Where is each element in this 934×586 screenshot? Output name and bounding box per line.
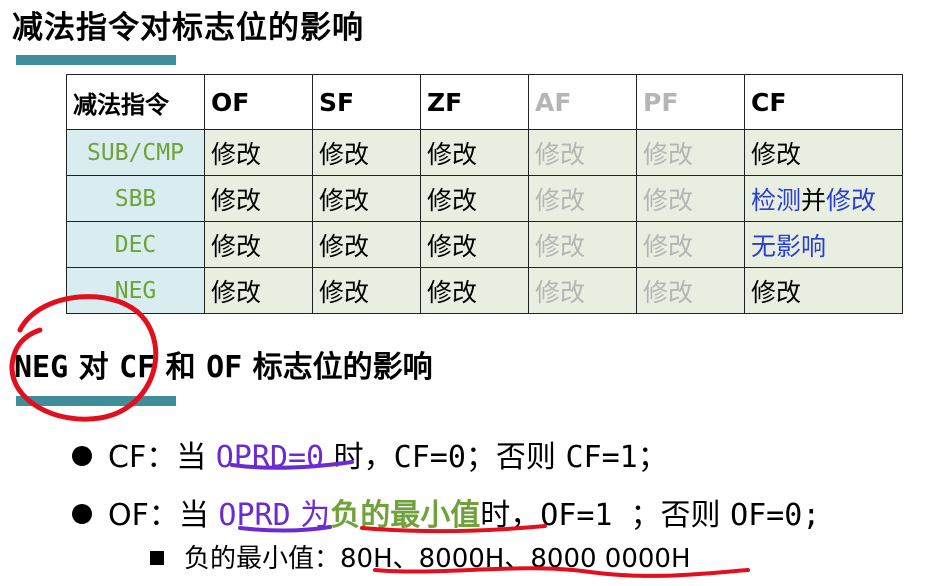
header-zf: ZF [420,74,529,130]
pf-cell: 修改 [636,129,745,176]
zf-cell: 修改 [420,267,529,314]
header-pf: PF [636,74,745,130]
title-text: 和 [155,350,207,385]
flags-table: 减法指令 OF SF ZF AF PF CF SUB/CMP 修改 修改 修改 … [66,74,903,314]
cf-modify-text: 修改 [826,185,877,215]
bullet-text: 时， [480,498,541,533]
table-row: NEG 修改 修改 修改 修改 修改 修改 [66,267,903,314]
cf-cell: 修改 [744,129,903,176]
af-cell: 修改 [528,175,637,222]
instr-cell: SUB/CMP [66,129,205,176]
instr-cell: NEG [66,267,205,314]
section-underline-bar [16,396,176,406]
sf-cell: 修改 [312,129,421,176]
table-row: SUB/CMP 修改 修改 修改 修改 修改 修改 [66,129,903,176]
page-title: 减法指令对标志位的影响 [12,10,364,46]
oprd-text: OPRD [218,498,291,533]
zf-cell: 修改 [420,221,529,268]
table-row: DEC 修改 修改 修改 修改 修改 无影响 [66,221,903,268]
bullet-dot-icon [72,445,92,466]
bullet-of: OF：当 OPRD 为负的最小值时，OF=1 ；否则 OF=0; [72,490,820,534]
af-cell: 修改 [528,129,637,176]
cf-and-text: 并 [801,185,827,215]
cf-cell: 无影响 [744,221,903,268]
header-af: AF [528,74,637,130]
title-cf: CF [119,350,156,385]
min-negative-text: 负的最小值 [330,498,481,533]
header-of: OF [204,74,313,130]
bullet-text: 否则 [495,440,566,475]
cf-cell: 检测并修改 [744,175,903,222]
title-text: 标志位的影响 [242,350,433,385]
bullet-dot-icon [72,503,92,524]
oprd-zero: OPRD=0 [215,440,325,475]
section-title: NEG 对 CF 和 OF 标志位的影响 [14,342,433,386]
title-neg: NEG [14,350,69,385]
pf-cell: 修改 [636,267,745,314]
instr-cell: DEC [66,221,205,268]
header-cf: CF [744,74,903,130]
sf-cell: 修改 [312,221,421,268]
table-header-row: 减法指令 OF SF ZF AF PF CF [66,74,903,130]
sf-cell: 修改 [312,267,421,314]
square-bullet-icon [150,550,164,565]
bullet-cf: CF：当 OPRD=0 时，CF=0；否则 CF=1； [72,432,668,476]
cf-cell: 修改 [744,267,903,314]
title-underline-bar [16,55,176,65]
bullet-text: CF=1； [565,440,668,475]
pf-cell: 修改 [636,175,745,222]
header-sf: SF [312,74,421,130]
bullet-text: OF=0; [730,498,821,533]
sf-cell: 修改 [312,175,421,222]
bullet-text: OF=1 ； [540,498,661,533]
sub-bullet-text: 负的最小值：80H、8000H、8000 0000H [184,544,691,574]
title-of: OF [206,350,243,385]
zf-cell: 修改 [420,129,529,176]
header-instr: 减法指令 [66,74,205,130]
instr-cell: SBB [66,175,205,222]
table-row: SBB 修改 修改 修改 修改 修改 检测并修改 [66,175,903,222]
pf-cell: 修改 [636,221,745,268]
bullet-text: 否则 [660,498,731,533]
bullet-text: CF=0； [393,440,496,475]
title-text: 对 [68,350,120,385]
af-cell: 修改 [528,221,637,268]
bullet-text: 为 [290,498,331,533]
zf-cell: 修改 [420,175,529,222]
bullet-text: 时， [324,440,394,475]
cf-detect-text: 检测 [751,185,802,215]
sub-bullet: 负的最小值：80H、8000H、8000 0000H [150,538,691,575]
af-cell: 修改 [528,267,637,314]
of-cell: 修改 [204,129,313,176]
of-cell: 修改 [204,175,313,222]
of-cell: 修改 [204,221,313,268]
bullet-text: OF：当 [108,498,219,533]
bullet-text: CF：当 [108,440,216,475]
of-cell: 修改 [204,267,313,314]
